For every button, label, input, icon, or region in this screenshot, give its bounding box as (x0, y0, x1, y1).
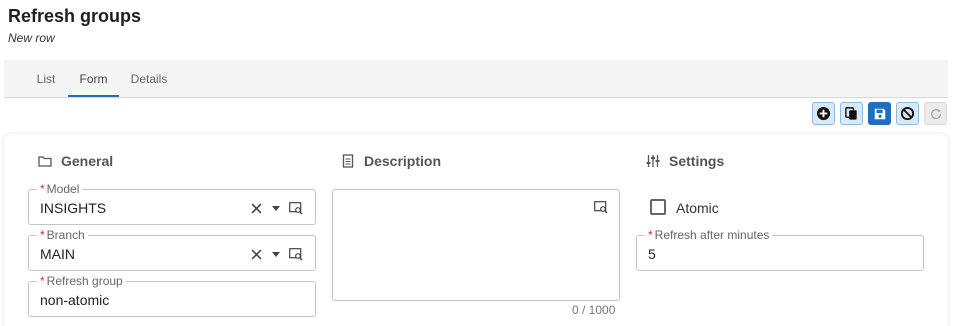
refresh-group-label: * Refresh group (37, 274, 126, 288)
page-title: Refresh groups (8, 6, 142, 26)
refresh-after-minutes-value: 5 (648, 246, 656, 262)
sliders-icon (645, 153, 661, 169)
tab-bar: List Form Details (4, 60, 948, 98)
section-description: Description (340, 153, 441, 169)
tab-list[interactable]: List (32, 60, 60, 97)
page-subtitle: New row (8, 31, 55, 45)
description-char-counter: 0 / 1000 (572, 303, 616, 317)
atomic-label: Atomic (676, 200, 719, 216)
tab-form[interactable]: Form (68, 60, 119, 97)
add-button[interactable] (812, 102, 835, 125)
tab-details[interactable]: Details (128, 60, 170, 97)
model-label: * Model (37, 182, 83, 196)
refresh-group-field[interactable]: * Refresh group non-atomic (28, 274, 316, 317)
branch-label: * Branch (37, 228, 88, 242)
lookup-icon[interactable] (288, 200, 304, 216)
clear-icon[interactable] (248, 246, 264, 262)
lookup-icon[interactable] (593, 199, 609, 215)
folder-icon (37, 153, 53, 169)
add-circle-icon (816, 106, 831, 121)
section-description-title: Description (364, 153, 442, 169)
atomic-checkbox[interactable] (650, 199, 666, 215)
section-general-title: General (61, 153, 114, 169)
save-button[interactable] (868, 102, 891, 125)
description-textarea[interactable] (332, 189, 620, 301)
cancel-button[interactable] (896, 102, 919, 125)
model-field[interactable]: * Model INSIGHTS (28, 182, 316, 225)
chevron-down-icon[interactable] (268, 246, 284, 262)
clear-icon[interactable] (248, 200, 264, 216)
cancel-icon (900, 106, 915, 121)
refresh-after-minutes-label: * Refresh after minutes (645, 228, 773, 242)
save-icon (874, 108, 885, 119)
refresh-group-value: non-atomic (40, 292, 110, 308)
section-settings-title: Settings (669, 153, 725, 169)
lookup-icon[interactable] (288, 246, 304, 262)
copy-icon (845, 107, 857, 120)
model-value: INSIGHTS (40, 200, 107, 216)
section-general: General (37, 153, 113, 169)
branch-field[interactable]: * Branch MAIN (28, 228, 316, 271)
document-icon (340, 153, 356, 169)
refresh-button[interactable] (924, 102, 947, 125)
refresh-after-minutes-field[interactable]: * Refresh after minutes 5 (636, 228, 924, 271)
branch-value: MAIN (40, 246, 75, 262)
copy-button[interactable] (840, 102, 863, 125)
refresh-icon (930, 108, 941, 119)
chevron-down-icon[interactable] (268, 200, 284, 216)
section-settings: Settings (645, 153, 724, 169)
